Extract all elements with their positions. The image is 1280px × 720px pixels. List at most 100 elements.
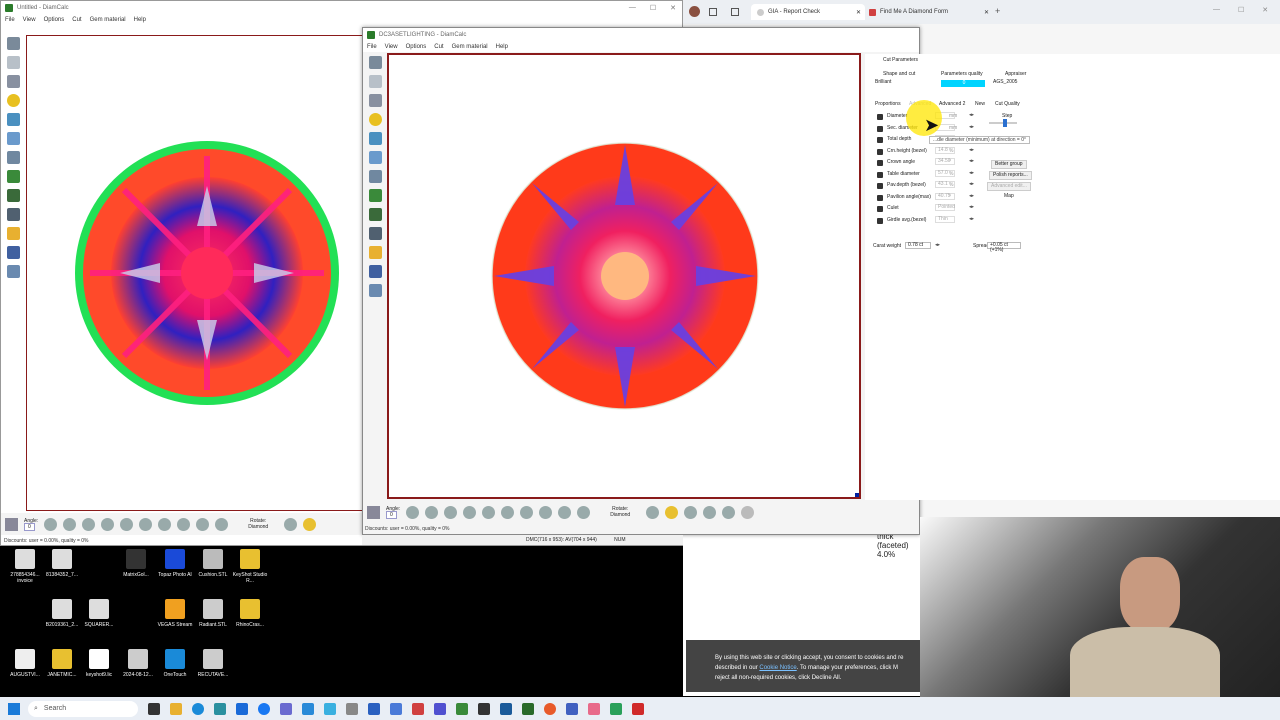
facebook-icon[interactable] (258, 702, 270, 715)
app-icon-16[interactable] (632, 702, 644, 715)
save-icon[interactable] (368, 265, 382, 278)
app-icon-13[interactable] (566, 702, 578, 715)
desktop-icon[interactable]: Cushion.STL (193, 549, 233, 578)
app-icon-4[interactable] (346, 702, 358, 715)
desktop-icon[interactable]: VEGAS Stream (155, 599, 195, 628)
angle-value[interactable]: 0 (24, 523, 35, 531)
flip-v2-icon[interactable] (139, 517, 153, 531)
flip-h-icon[interactable] (82, 517, 96, 531)
app-icon-8[interactable] (434, 702, 446, 715)
row-spinner[interactable]: ◂▸ (969, 158, 974, 164)
pavilion-view-icon[interactable] (215, 517, 229, 531)
menu-view[interactable]: View (385, 44, 398, 50)
light-icon[interactable] (284, 517, 298, 531)
maximize-icon[interactable]: ☐ (650, 4, 656, 12)
scene-icon[interactable] (684, 505, 698, 519)
gem-tool-icon[interactable] (6, 56, 20, 69)
row-checkbox[interactable] (877, 171, 883, 178)
workspaces-icon[interactable] (709, 8, 717, 16)
cut-parameters-tab[interactable]: Cut Parameters (883, 57, 918, 63)
desktop-icon[interactable]: AUGUSTVI... (5, 649, 45, 678)
flip-v-icon[interactable] (482, 505, 496, 519)
desktop-icon[interactable]: 2024-08-12... (118, 649, 158, 678)
green-tool2-icon[interactable] (368, 208, 382, 221)
row-checkbox[interactable] (877, 206, 883, 212)
app-icon-3[interactable] (324, 702, 336, 715)
gear-tool-icon[interactable] (368, 227, 382, 240)
gem-tool-icon[interactable] (368, 75, 382, 88)
tab-advanced-2[interactable]: Advanced 2 (939, 101, 965, 107)
tab-proportions[interactable]: Proportions (875, 101, 901, 107)
row-spinner[interactable]: ◂▸ (969, 204, 974, 210)
flip-v-icon[interactable] (120, 517, 134, 531)
row-spinner[interactable]: ◂▸ (969, 112, 974, 118)
render-tool-icon[interactable] (368, 170, 382, 183)
shape-select[interactable]: Brilliant (873, 80, 933, 87)
green-tool-icon[interactable] (6, 170, 20, 183)
menu-options[interactable]: Options (44, 17, 65, 23)
chrome-icon[interactable] (544, 702, 556, 715)
windows-start-icon[interactable] (8, 702, 20, 715)
light-bulb-icon[interactable] (6, 94, 20, 107)
desktop-icon[interactable]: Topaz Photo AI (155, 549, 195, 578)
sun-icon[interactable] (303, 517, 317, 531)
side-view-icon[interactable] (539, 505, 553, 519)
bottom-view-icon[interactable] (558, 505, 572, 519)
save-icon[interactable] (6, 246, 20, 259)
view-tool-icon[interactable] (368, 132, 382, 145)
menu-help[interactable]: Help (496, 44, 508, 50)
app-icon-15[interactable] (610, 702, 622, 715)
menu-gem-material[interactable]: Gem material (90, 17, 126, 23)
scene-tool-icon[interactable] (368, 151, 382, 164)
row-checkbox[interactable] (877, 160, 883, 166)
rotate-right-icon[interactable] (425, 505, 439, 519)
export-icon[interactable] (6, 265, 20, 278)
carat-spinner[interactable]: ◂▸ (935, 242, 940, 248)
close-icon[interactable]: ✕ (670, 4, 676, 12)
advanced-edit-button[interactable]: Advanced edit... (987, 182, 1031, 191)
task-view-icon[interactable] (148, 702, 160, 715)
app-icon-7[interactable] (412, 702, 424, 715)
row-spinner[interactable]: ◂▸ (969, 181, 974, 187)
rotate-value[interactable]: Diamond (248, 524, 268, 530)
desktop-icon[interactable]: KeyShot Studio R... (230, 549, 270, 584)
desktop-icon[interactable]: keyshot9.lic (79, 649, 119, 678)
export-icon[interactable] (368, 284, 382, 297)
menu-file[interactable]: File (367, 44, 377, 50)
carat-value[interactable]: 0.78 ct (905, 242, 931, 249)
desktop-icon[interactable]: RECUTAVE... (193, 649, 233, 678)
row-value[interactable]: Thin (935, 215, 955, 223)
menu-help[interactable]: Help (134, 17, 146, 23)
menu-options[interactable]: Options (406, 44, 427, 50)
rotate-left-icon[interactable] (406, 505, 420, 519)
minimize-icon[interactable]: — (629, 4, 636, 12)
window2-render-canvas[interactable] (387, 53, 861, 499)
appraiser-label[interactable]: Appraiser (1005, 71, 1026, 77)
light-icon[interactable] (646, 505, 660, 519)
app-icon-6[interactable] (390, 702, 402, 715)
app-icon-11[interactable] (500, 702, 512, 715)
side-view-icon[interactable] (177, 517, 191, 531)
menu-cut[interactable]: Cut (434, 44, 443, 50)
step-slider-thumb[interactable] (1003, 119, 1007, 127)
row-spinner[interactable]: ◂▸ (969, 147, 974, 153)
zoom-icon[interactable] (5, 517, 18, 531)
row-checkbox[interactable] (877, 137, 883, 143)
window1-render-canvas[interactable] (26, 35, 364, 511)
row-checkbox[interactable] (877, 217, 883, 224)
top-view-icon[interactable] (520, 505, 534, 519)
map-button[interactable]: Map (1001, 193, 1017, 200)
tab-find-me-a-diamond[interactable]: Find Me A Diamond Form ✕ (869, 4, 989, 20)
file-explorer-icon[interactable] (170, 702, 182, 715)
render-tool-icon[interactable] (6, 151, 20, 164)
angle-value[interactable]: 0 (386, 511, 397, 519)
mail-icon[interactable] (236, 702, 248, 715)
row-checkbox[interactable] (877, 114, 883, 120)
close-tab-icon[interactable]: ✕ (984, 9, 989, 16)
row-spinner[interactable]: ◂▸ (969, 193, 974, 199)
diamond-tool-icon[interactable] (6, 37, 20, 50)
row-spinner[interactable]: ◂▸ (969, 170, 974, 176)
better-group-button[interactable]: Better group (991, 160, 1027, 169)
desktop-icon[interactable]: 81384352_7... (42, 549, 82, 578)
extra-icon[interactable] (741, 505, 755, 519)
